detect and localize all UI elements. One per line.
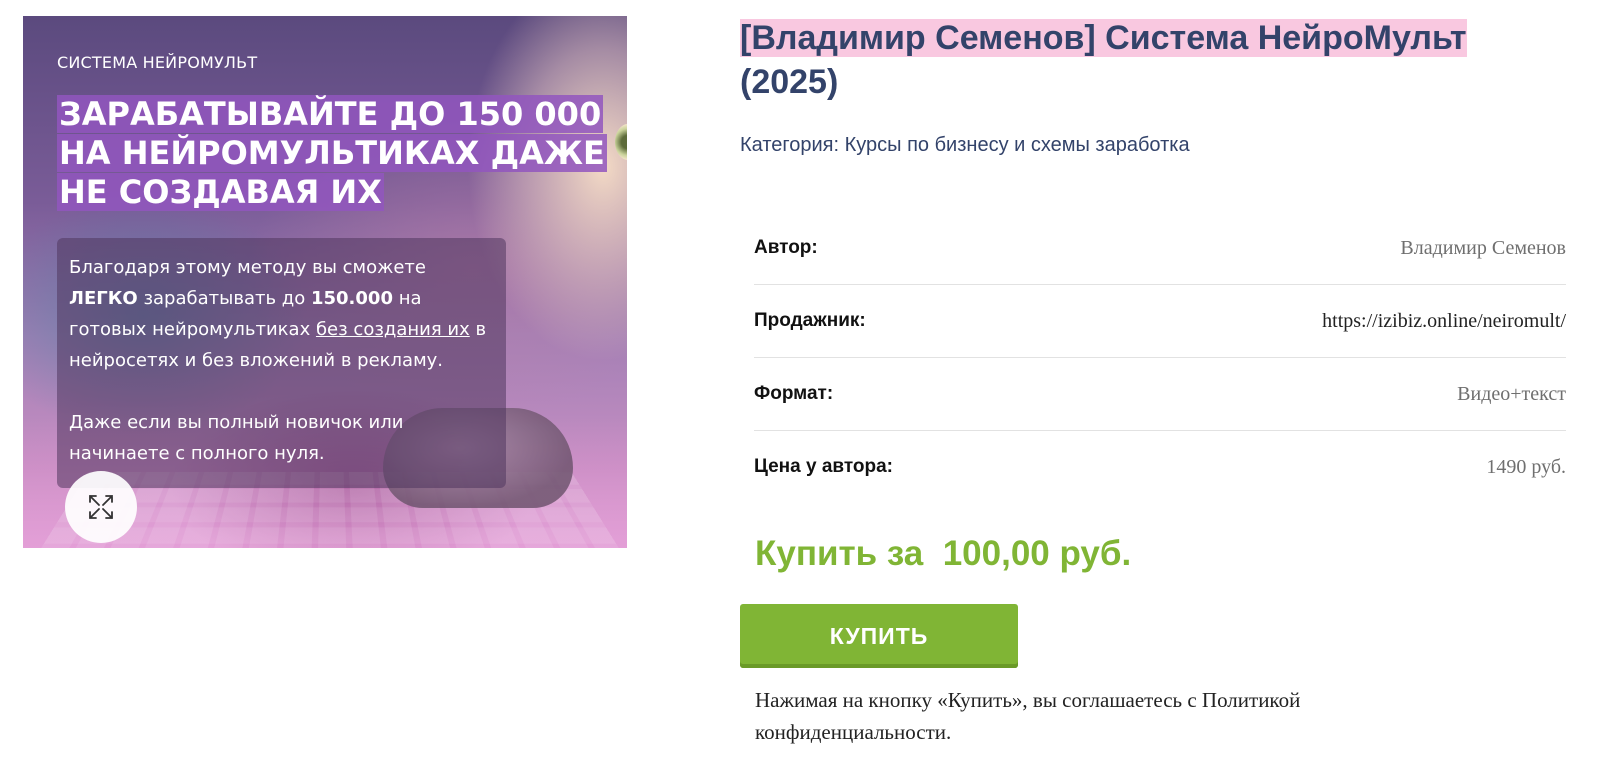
attribute-label: Автор: xyxy=(754,212,1049,285)
category-label: Категория: xyxy=(740,134,845,156)
attribute-value: https://izibiz.online/neiromult/ xyxy=(1048,284,1566,358)
image-description-2: Даже если вы полный новичок или начинает… xyxy=(69,412,404,464)
attribute-label: Продажник: xyxy=(754,284,1049,358)
sale-price: Купить за 100,00 руб. xyxy=(755,534,1132,573)
product-attributes-table: Автор: Владимир Семенов Продажник: https… xyxy=(754,212,1566,503)
product-category: Категория: Курсы по бизнесу и схемы зара… xyxy=(740,134,1190,157)
attribute-value: Владимир Семенов xyxy=(1048,212,1566,285)
zoom-button[interactable] xyxy=(65,471,137,543)
table-row: Цена у автора: 1490 руб. xyxy=(754,431,1566,504)
expand-icon xyxy=(89,495,113,519)
image-brand-text: СИСТЕМА НЕЙРОМУЛЬТ xyxy=(57,53,258,72)
product-title-main: [Владимир Семенов] Система НейроМульт xyxy=(740,19,1467,57)
attribute-label: Формат: xyxy=(754,357,1049,431)
attribute-value: 1490 руб. xyxy=(1486,455,1566,478)
desc-emphasis: 150.000 xyxy=(310,288,393,309)
desc-text: Благодаря этому методу вы сможете xyxy=(69,257,426,278)
desc-emphasis: ЛЕГКО xyxy=(69,288,138,309)
desc-underline: без создания их xyxy=(315,319,470,340)
buy-button[interactable]: КУПИТЬ xyxy=(740,604,1018,668)
image-headline-text: ЗАРАБАТЫВАЙТЕ ДО 150 000 НА НЕЙРОМУЛЬТИК… xyxy=(57,95,607,211)
consent-note: Нажимая на кнопку «Купить», вы соглашает… xyxy=(755,688,1301,744)
category-link[interactable]: Курсы по бизнесу и схемы заработка xyxy=(845,134,1190,156)
product-image[interactable]: СИСТЕМА НЕЙРОМУЛЬТ ЗАРАБАТЫВАЙТЕ ДО 150 … xyxy=(23,16,627,548)
image-description-box: Благодаря этому методу вы сможете ЛЕГКО … xyxy=(57,238,506,488)
product-title: [Владимир Семенов] Система НейроМульт (20… xyxy=(740,16,1530,104)
image-headline: ЗАРАБАТЫВАЙТЕ ДО 150 000 НА НЕЙРОМУЛЬТИК… xyxy=(57,95,617,212)
image-description-1: Благодаря этому методу вы сможете ЛЕГКО … xyxy=(69,252,494,376)
attribute-value: Видео+текст xyxy=(1048,357,1566,431)
desc-text: зарабатывать до xyxy=(137,288,311,309)
table-row: Продажник: https://izibiz.online/neiromu… xyxy=(754,284,1566,358)
product-title-year: (2025) xyxy=(740,63,839,101)
attribute-label: Цена у автора: xyxy=(754,456,894,477)
table-row: Формат: Видео+текст xyxy=(754,357,1566,431)
table-row: Автор: Владимир Семенов xyxy=(754,212,1566,285)
